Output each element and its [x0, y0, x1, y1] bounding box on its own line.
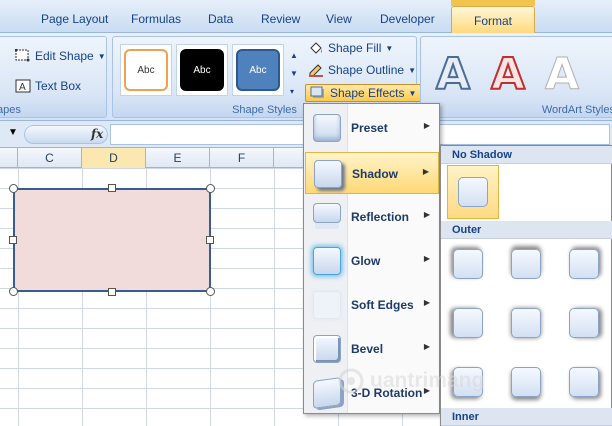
tab-formulas[interactable]: Formulas: [131, 12, 181, 32]
reflection-icon: [313, 203, 341, 223]
insert-shapes-group-label: apes: [0, 104, 21, 116]
menu-item-bevel[interactable]: Bevel ▶: [305, 328, 439, 370]
wordart-styles-group-label: WordArt Styles: [541, 104, 612, 116]
shape-style-white[interactable]: Abc: [124, 49, 168, 91]
submenu-arrow-icon: ▶: [423, 298, 430, 307]
column-header-c[interactable]: C: [18, 148, 82, 168]
pencil-icon: [308, 63, 324, 77]
outer-shadow-diagonal-bottom-right[interactable]: [569, 367, 599, 397]
soft-edges-icon: [313, 291, 341, 319]
outer-shadow-diagonal-top-left[interactable]: [453, 249, 483, 279]
no-shadow-heading: No Shadow: [441, 146, 612, 164]
shape-style-blue[interactable]: Abc: [236, 49, 280, 91]
column-header-f[interactable]: F: [210, 148, 274, 168]
menu-item-reflection[interactable]: Reflection ▶: [305, 196, 439, 238]
submenu-arrow-icon: ▶: [423, 121, 430, 130]
glow-icon: [313, 247, 341, 275]
resize-handle-right[interactable]: [206, 236, 214, 244]
chevron-down-icon: ▼: [408, 88, 417, 98]
edit-shape-label: Edit Shape: [35, 49, 94, 63]
wordart-styles-group: A A A WordArt Styles: [420, 36, 612, 118]
column-header-d[interactable]: D: [82, 148, 146, 168]
select-all-corner[interactable]: [0, 148, 18, 168]
menu-item-label: Glow: [351, 254, 381, 268]
outer-shadow-top[interactable]: [511, 249, 541, 279]
menu-item-preset[interactable]: Preset ▶: [305, 107, 439, 149]
edit-shape-icon: [14, 48, 31, 63]
inner-heading: Inner: [441, 408, 612, 426]
chevron-down-icon: ▼: [385, 43, 394, 53]
resize-handle-top-left[interactable]: [9, 184, 18, 193]
selected-rectangle-shape[interactable]: [13, 188, 211, 292]
chevron-down-icon: ▼: [408, 65, 416, 75]
column-header-e[interactable]: E: [146, 148, 210, 168]
ribbon-tab-bar: Page Layout Formulas Data Review View De…: [0, 0, 612, 34]
submenu-arrow-icon: ▶: [423, 254, 430, 263]
outer-shadow-center[interactable]: [511, 308, 541, 338]
outer-shadow-left[interactable]: [453, 308, 483, 338]
wordart-style-white[interactable]: A: [544, 49, 579, 101]
watermark: uantrimang: [338, 368, 484, 394]
formula-bar-controls: fx: [24, 125, 108, 144]
svg-text:A: A: [19, 82, 26, 93]
chevron-down-icon: ▼: [97, 51, 106, 61]
tab-view[interactable]: View: [326, 12, 352, 32]
menu-item-shadow[interactable]: Shadow ▶: [305, 152, 439, 194]
tab-data[interactable]: Data: [208, 12, 233, 32]
paint-bucket-icon: [308, 41, 324, 55]
wordart-style-red[interactable]: A: [490, 48, 526, 101]
shape-outline-button[interactable]: Shape Outline ▼: [308, 63, 416, 77]
text-box-button[interactable]: A Text Box: [15, 79, 81, 93]
resize-handle-bottom-right[interactable]: [206, 287, 215, 296]
menu-item-label: Bevel: [351, 342, 384, 356]
resize-handle-top[interactable]: [108, 184, 116, 192]
tab-format[interactable]: Format: [451, 6, 535, 34]
shape-outline-label: Shape Outline: [328, 63, 405, 77]
preset-icon: [313, 114, 341, 142]
submenu-arrow-icon: ▶: [423, 342, 430, 351]
submenu-arrow-icon: ▶: [422, 167, 429, 176]
outer-shadow-right[interactable]: [569, 308, 599, 338]
name-box-dropdown-icon[interactable]: ▼: [8, 127, 18, 138]
tab-developer[interactable]: Developer: [380, 12, 435, 32]
watermark-logo-icon: [338, 368, 364, 394]
shape-effects-label: Shape Effects: [330, 86, 405, 100]
submenu-arrow-icon: ▶: [423, 210, 430, 219]
shape-effects-icon: [310, 86, 326, 100]
menu-item-label: Soft Edges: [351, 298, 414, 312]
resize-handle-bottom-left[interactable]: [9, 287, 18, 296]
bevel-icon: [313, 335, 341, 363]
menu-item-glow[interactable]: Glow ▶: [305, 240, 439, 282]
shape-fill-label: Shape Fill: [328, 41, 382, 55]
menu-item-soft-edges[interactable]: Soft Edges ▶: [305, 284, 439, 326]
menu-item-label: Shadow: [352, 167, 399, 181]
insert-function-icon[interactable]: fx: [91, 127, 103, 141]
shape-effects-button[interactable]: Shape Effects ▼: [305, 84, 422, 102]
shape-style-black[interactable]: Abc: [180, 49, 224, 91]
edit-shape-button[interactable]: Edit Shape ▼: [14, 48, 106, 63]
tab-page-layout[interactable]: Page Layout: [41, 12, 108, 32]
resize-handle-top-right[interactable]: [206, 184, 215, 193]
resize-handle-bottom[interactable]: [108, 288, 116, 296]
insert-shapes-group: Edit Shape ▼ A Text Box apes: [0, 36, 107, 118]
text-box-icon: A: [15, 79, 31, 93]
outer-heading: Outer: [441, 221, 612, 239]
menu-item-label: Reflection: [351, 210, 410, 224]
resize-handle-left[interactable]: [9, 236, 17, 244]
no-shadow-option[interactable]: [447, 165, 499, 219]
text-box-label: Text Box: [35, 79, 82, 93]
shadow-icon: [314, 160, 342, 188]
outer-shadow-bottom[interactable]: [511, 367, 541, 397]
tab-review[interactable]: Review: [261, 12, 300, 32]
shape-fill-button[interactable]: Shape Fill ▼: [308, 41, 393, 55]
no-shadow-tile: [458, 177, 488, 207]
watermark-text: uantrimang: [370, 369, 485, 392]
menu-item-label: Preset: [351, 121, 388, 135]
wordart-style-outline[interactable]: A: [435, 48, 471, 101]
3d-rotation-icon: [313, 377, 341, 409]
outer-shadow-diagonal-top-right[interactable]: [569, 249, 599, 279]
styles-scroll-controls[interactable]: ▲ ▼ ▾: [290, 47, 298, 101]
